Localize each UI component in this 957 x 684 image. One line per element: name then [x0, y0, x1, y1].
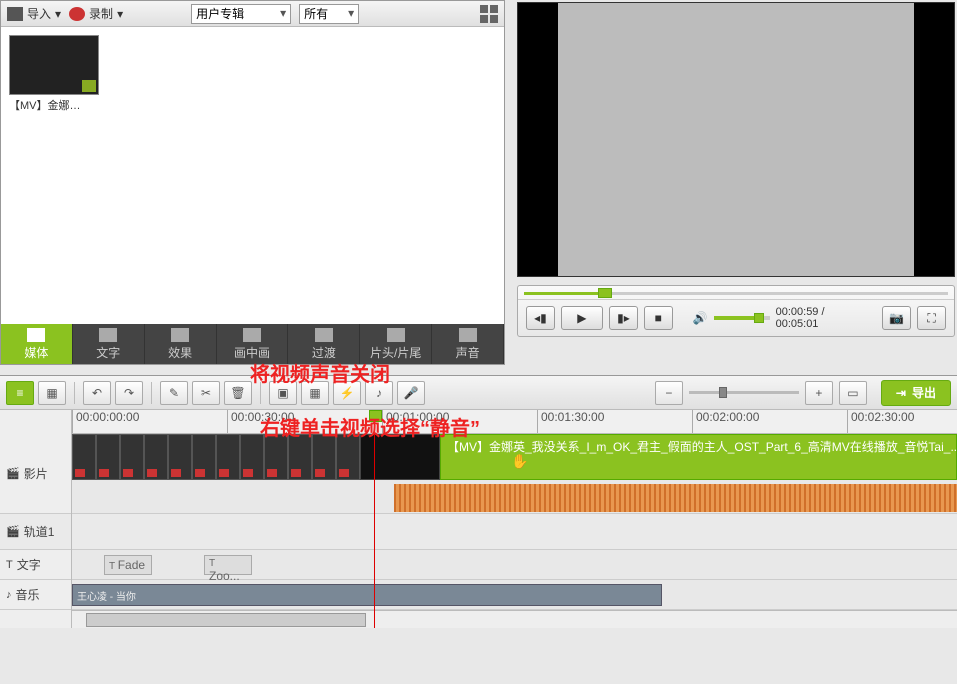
mosaic-button[interactable]: ▦: [301, 381, 329, 405]
video-clip-preview[interactable]: [360, 434, 440, 480]
undo-button[interactable]: ↶: [83, 381, 111, 405]
export-button[interactable]: ⇥ 导出: [881, 380, 951, 406]
record-icon: [69, 7, 85, 21]
zoom-in-button[interactable]: +: [805, 381, 833, 405]
tab-sound[interactable]: 声音: [432, 324, 504, 364]
preview-panel: ◂▮ ▶ ▮▸ ■ 🔊 00:00:59 / 00:05:01 📷 ⛶: [515, 0, 957, 365]
voiceover-button[interactable]: 🎤: [397, 381, 425, 405]
timeline-panel: ≡ ▦ ↶ ↷ ✎ ✂ 🗑 ▣ ▦ ⚡ ♪ 🎤 − + ▭ ⇥ 导出 🎬 影片 …: [0, 375, 957, 628]
audio-waveform[interactable]: [394, 484, 957, 512]
flash-button[interactable]: ⚡: [333, 381, 361, 405]
film-icon: [27, 328, 45, 342]
media-panel: 导入 ▾ 录制 ▾ 用户专辑 所有 【MV】金娜… 媒体 文字 效果 画中画 过…: [0, 0, 505, 365]
import-button[interactable]: 导入 ▾: [7, 5, 61, 22]
tab-transition[interactable]: 过渡: [288, 324, 360, 364]
redo-button[interactable]: ↷: [115, 381, 143, 405]
thumbnail-image: [9, 35, 99, 95]
thumbnail-caption: 【MV】金娜…: [9, 97, 99, 113]
edit-button[interactable]: ✎: [160, 381, 188, 405]
audio-button[interactable]: ♪: [365, 381, 393, 405]
music-track[interactable]: 王心凌 - 当你: [72, 580, 957, 610]
zoom-fit-button[interactable]: ▭: [839, 381, 867, 405]
text-clip-1[interactable]: T Fade: [104, 555, 152, 575]
seek-bar[interactable]: [518, 286, 954, 300]
text-clip-2[interactable]: T Zoo...: [204, 555, 252, 575]
media-toolbar: 导入 ▾ 录制 ▾ 用户专辑 所有: [1, 1, 504, 27]
tab-effect[interactable]: 效果: [145, 324, 217, 364]
media-library: 【MV】金娜…: [1, 27, 504, 324]
cut-button[interactable]: ✂: [192, 381, 220, 405]
tab-media[interactable]: 媒体: [1, 324, 73, 364]
tab-text[interactable]: 文字: [73, 324, 145, 364]
stop-button[interactable]: ■: [644, 306, 673, 330]
playhead[interactable]: [374, 410, 375, 628]
prev-frame-button[interactable]: ◂▮: [526, 306, 555, 330]
time-ruler[interactable]: 00:00:00:00 00:00:30:00 00:01:00:00 00:0…: [72, 410, 957, 434]
filter-select[interactable]: 所有: [299, 4, 359, 24]
timeline-view-button[interactable]: ≡: [6, 381, 34, 405]
zoom-slider[interactable]: [689, 391, 799, 394]
label-video: 🎬 影片: [0, 434, 71, 514]
view-grid-icon[interactable]: [480, 5, 498, 23]
volume-slider[interactable]: [714, 316, 770, 320]
timeline-toolbar: ≡ ▦ ↶ ↷ ✎ ✂ 🗑 ▣ ▦ ⚡ ♪ 🎤 − + ▭ ⇥ 导出: [0, 376, 957, 410]
media-thumbnail[interactable]: 【MV】金娜…: [9, 35, 99, 113]
player-controls: ◂▮ ▶ ▮▸ ■ 🔊 00:00:59 / 00:05:01 📷 ⛶: [517, 285, 955, 337]
time-display: 00:00:59 / 00:05:01: [776, 306, 867, 330]
album-select[interactable]: 用户专辑: [191, 4, 291, 24]
tab-credits[interactable]: 片头/片尾: [360, 324, 432, 364]
folder-icon: [7, 7, 23, 21]
zoom-out-button[interactable]: −: [655, 381, 683, 405]
delete-button[interactable]: 🗑: [224, 381, 252, 405]
record-button[interactable]: 录制 ▾: [69, 5, 123, 22]
label-music: ♪ 音乐: [0, 580, 71, 610]
selected-clip[interactable]: 【MV】金娜英_我没关系_I_m_OK_君主_假面的主人_OST_Part_6_…: [440, 434, 957, 480]
volume-icon[interactable]: 🔊: [693, 311, 708, 325]
preview-video: [517, 2, 955, 277]
category-tabs: 媒体 文字 效果 画中画 过渡 片头/片尾 声音: [1, 324, 504, 364]
transition-icon: [315, 328, 333, 342]
headphones-icon: [459, 328, 477, 342]
tab-pip[interactable]: 画中画: [217, 324, 289, 364]
video-track[interactable]: 【MV】金娜英_我没关系_I_m_OK_君主_假面的主人_OST_Part_6_…: [72, 434, 957, 514]
storyboard-view-button[interactable]: ▦: [38, 381, 66, 405]
next-frame-button[interactable]: ▮▸: [609, 306, 638, 330]
pip-icon: [243, 328, 261, 342]
text-icon: [99, 328, 117, 342]
track-labels: 🎬 影片 🎬 轨道1 T 文字 ♪ 音乐: [0, 410, 72, 628]
crop-button[interactable]: ▣: [269, 381, 297, 405]
credits-icon: [387, 328, 405, 342]
label-text: T 文字: [0, 550, 71, 580]
hand-cursor-icon: ✋: [511, 453, 528, 470]
play-button[interactable]: ▶: [561, 306, 603, 330]
track-1[interactable]: [72, 514, 957, 550]
tracks-area: 00:00:00:00 00:00:30:00 00:01:00:00 00:0…: [72, 410, 957, 628]
video-clip-thumb[interactable]: [72, 434, 96, 480]
timeline-scrollbar[interactable]: [72, 610, 957, 628]
sparkle-icon: [171, 328, 189, 342]
video-frame: [558, 3, 914, 276]
label-track1: 🎬 轨道1: [0, 514, 71, 550]
music-clip[interactable]: 王心凌 - 当你: [72, 584, 662, 606]
snapshot-button[interactable]: 📷: [882, 306, 911, 330]
text-track[interactable]: T Fade T Zoo...: [72, 550, 957, 580]
fullscreen-button[interactable]: ⛶: [917, 306, 946, 330]
seek-knob[interactable]: [598, 288, 612, 298]
